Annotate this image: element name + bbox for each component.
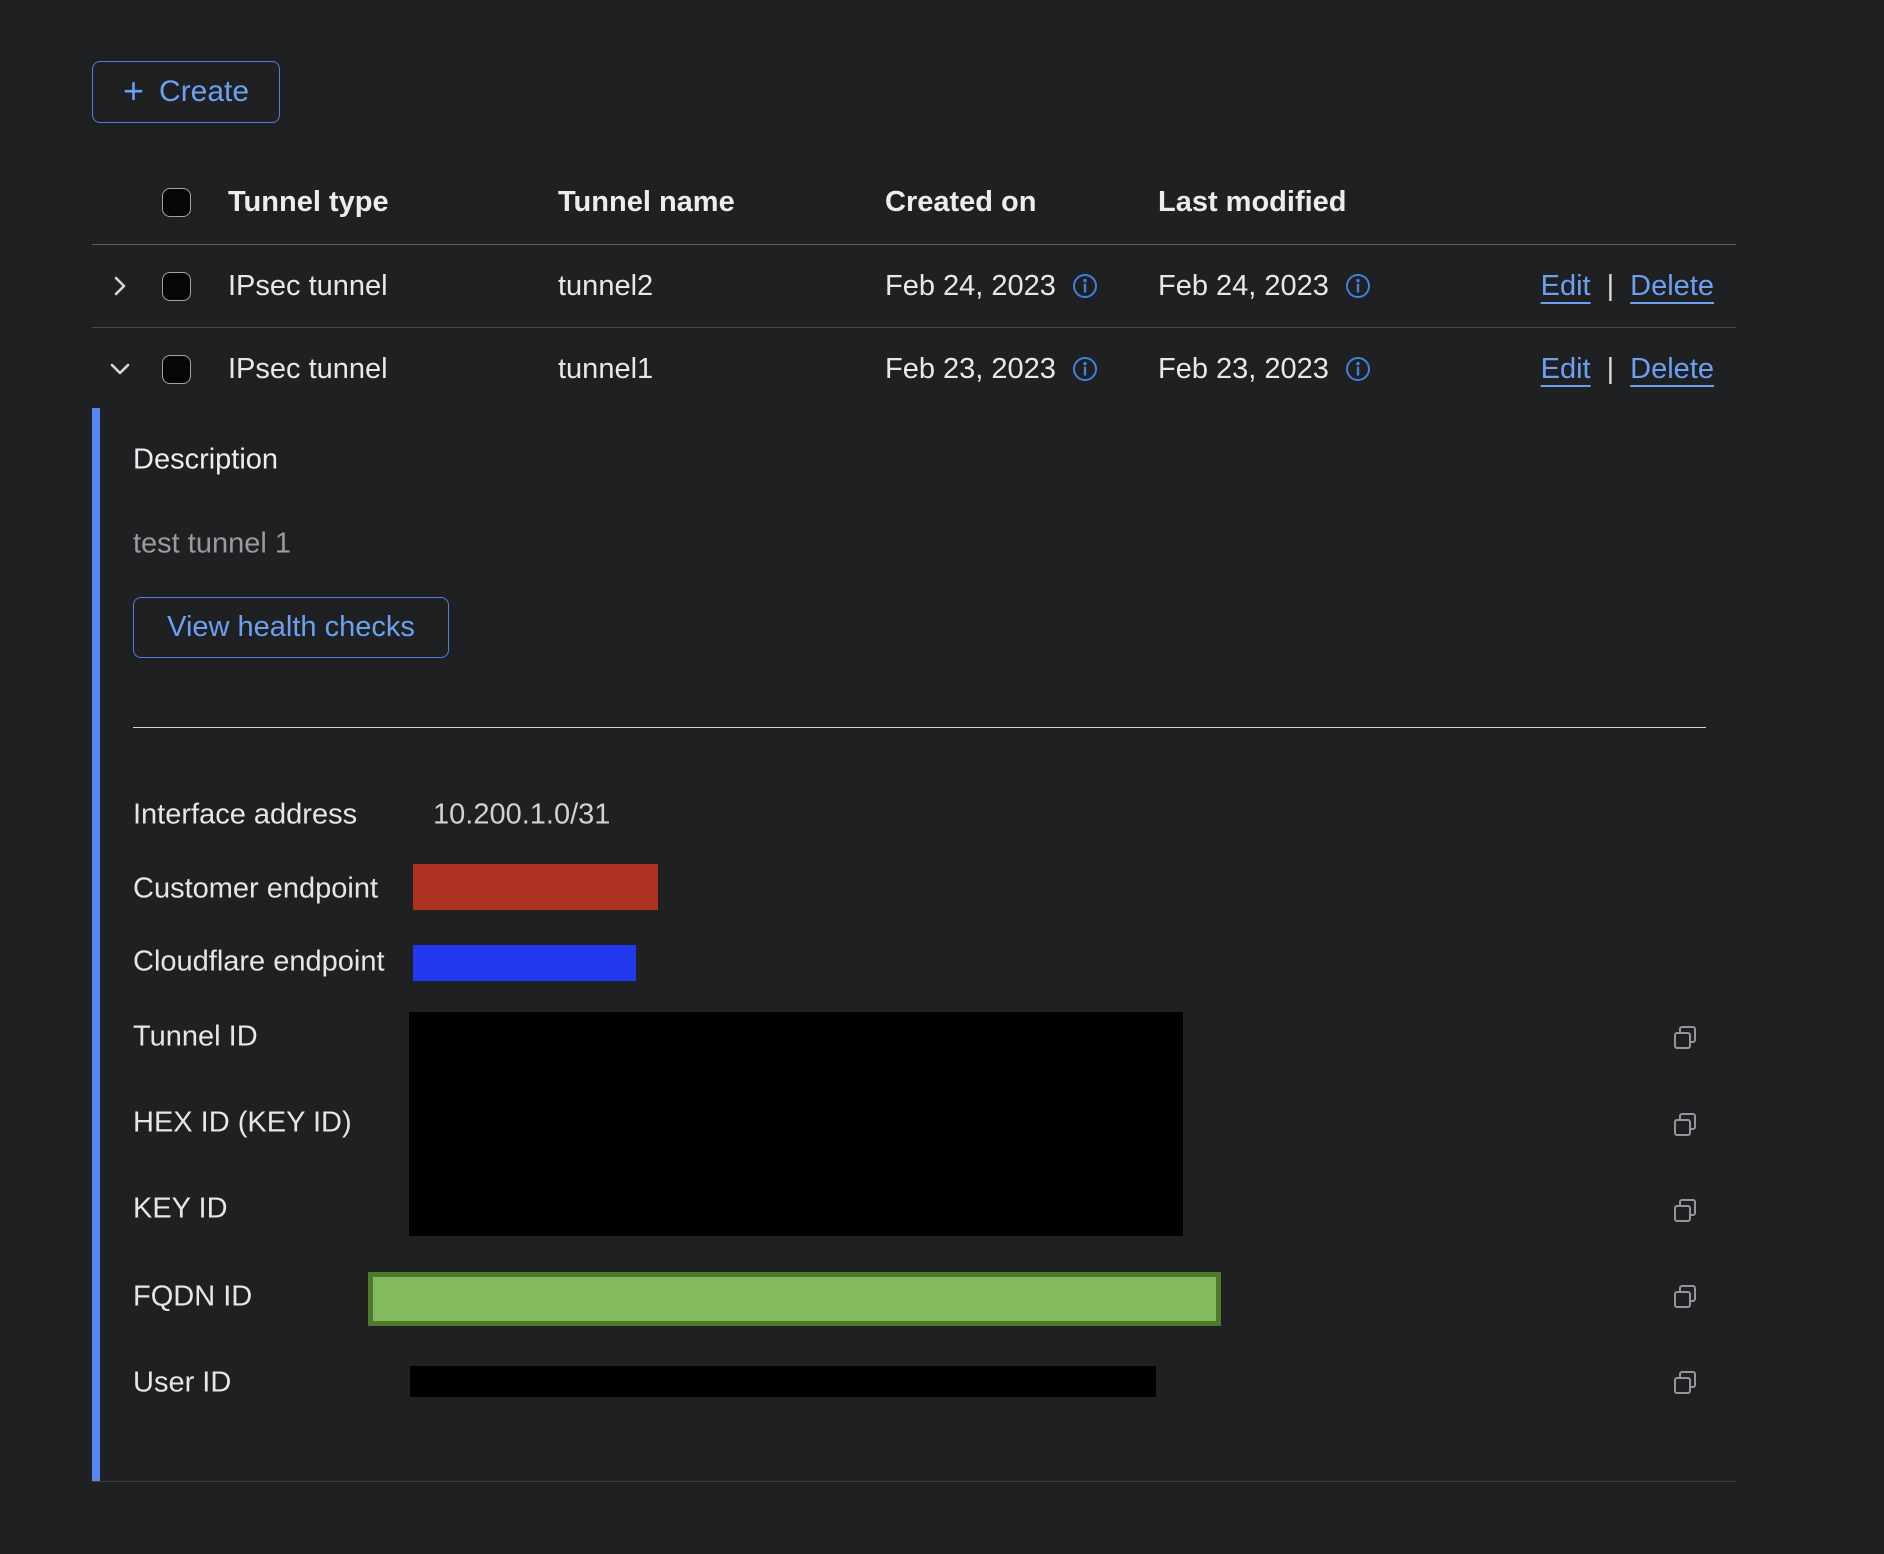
table-header-row: Tunnel type Tunnel name Created on Last … bbox=[92, 160, 1736, 245]
redacted-user-id bbox=[410, 1366, 1156, 1397]
column-header-tunnel-name: Tunnel name bbox=[558, 186, 885, 219]
cloudflare-endpoint-label: Cloudflare endpoint bbox=[133, 946, 385, 979]
edit-link[interactable]: Edit bbox=[1541, 270, 1591, 303]
created-on-cell: Feb 23, 2023 bbox=[885, 353, 1056, 386]
copy-tunnel-id-button[interactable] bbox=[1669, 1022, 1701, 1054]
tunnel-type-cell: IPsec tunnel bbox=[228, 353, 558, 386]
tunnel-id-label: Tunnel ID bbox=[133, 1021, 258, 1054]
tunnels-table: Tunnel type Tunnel name Created on Last … bbox=[92, 160, 1736, 410]
table-row-tunnel2: IPsec tunnel tunnel2 Feb 24, 2023 Feb 24… bbox=[92, 245, 1736, 328]
copy-hex-id-button[interactable] bbox=[1669, 1109, 1701, 1141]
last-modified-cell: Feb 23, 2023 bbox=[1158, 353, 1329, 386]
expand-chevron-right-icon[interactable] bbox=[106, 272, 134, 300]
copy-key-id-button[interactable] bbox=[1669, 1195, 1701, 1227]
collapse-chevron-down-icon[interactable] bbox=[106, 355, 134, 383]
row-checkbox[interactable] bbox=[162, 355, 191, 384]
column-header-created-on: Created on bbox=[885, 186, 1158, 219]
delete-link[interactable]: Delete bbox=[1630, 270, 1714, 303]
section-divider bbox=[133, 727, 1706, 728]
accent-bar bbox=[92, 408, 100, 1481]
action-separator: | bbox=[1607, 353, 1615, 386]
description-value: test tunnel 1 bbox=[133, 528, 291, 561]
delete-link[interactable]: Delete bbox=[1630, 353, 1714, 386]
table-row-tunnel1: IPsec tunnel tunnel1 Feb 23, 2023 Feb 23… bbox=[92, 328, 1736, 410]
view-health-checks-button[interactable]: View health checks bbox=[133, 597, 449, 658]
interface-address-value: 10.200.1.0/31 bbox=[433, 799, 610, 832]
create-button[interactable]: + Create bbox=[92, 61, 280, 123]
redacted-fqdn-id bbox=[368, 1272, 1221, 1326]
info-icon[interactable] bbox=[1345, 356, 1371, 382]
customer-endpoint-label: Customer endpoint bbox=[133, 873, 378, 906]
fqdn-id-label: FQDN ID bbox=[133, 1281, 252, 1314]
copy-fqdn-id-button[interactable] bbox=[1669, 1281, 1701, 1313]
redacted-customer-endpoint bbox=[413, 864, 658, 910]
action-separator: | bbox=[1607, 270, 1615, 303]
info-icon[interactable] bbox=[1345, 273, 1371, 299]
info-icon[interactable] bbox=[1072, 273, 1098, 299]
column-header-last-modified: Last modified bbox=[1158, 186, 1458, 219]
plus-icon: + bbox=[123, 73, 144, 109]
tunnel-name-cell: tunnel1 bbox=[558, 353, 885, 386]
interface-address-label: Interface address bbox=[133, 799, 357, 832]
tunnel-type-cell: IPsec tunnel bbox=[228, 270, 558, 303]
info-icon[interactable] bbox=[1072, 356, 1098, 382]
key-id-label: KEY ID bbox=[133, 1193, 228, 1226]
create-button-label: Create bbox=[159, 75, 249, 109]
select-all-checkbox[interactable] bbox=[162, 188, 191, 217]
last-modified-cell: Feb 24, 2023 bbox=[1158, 270, 1329, 303]
description-label: Description bbox=[133, 444, 278, 477]
created-on-cell: Feb 24, 2023 bbox=[885, 270, 1056, 303]
row-checkbox[interactable] bbox=[162, 272, 191, 301]
tunnel-details-panel: Description test tunnel 1 View health ch… bbox=[92, 408, 1736, 1482]
redacted-cloudflare-endpoint bbox=[413, 945, 636, 981]
hex-id-label: HEX ID (KEY ID) bbox=[133, 1107, 352, 1140]
ipsec-tunnels-page: + Create Tunnel type Tunnel name Created… bbox=[0, 0, 1884, 1554]
copy-user-id-button[interactable] bbox=[1669, 1367, 1701, 1399]
tunnel-name-cell: tunnel2 bbox=[558, 270, 885, 303]
edit-link[interactable]: Edit bbox=[1541, 353, 1591, 386]
user-id-label: User ID bbox=[133, 1367, 231, 1400]
column-header-tunnel-type: Tunnel type bbox=[228, 186, 558, 219]
redacted-tunnel-hex-key-ids bbox=[409, 1012, 1183, 1236]
